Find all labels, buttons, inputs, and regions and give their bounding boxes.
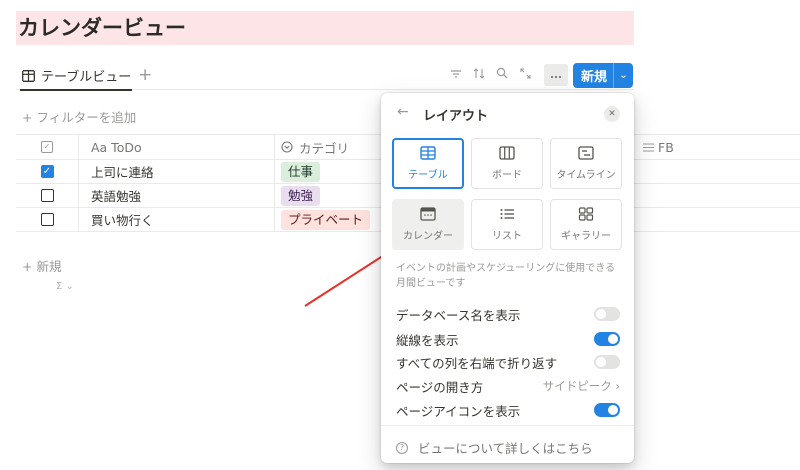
option-label: データベース名を表示 (396, 307, 521, 323)
layout-option-label: カレンダー (403, 231, 453, 242)
option-open-pages-in[interactable]: ページの開き方 サイドピーク › (396, 376, 620, 396)
option-show-database-name[interactable]: データベース名を表示 (396, 304, 620, 324)
option-label: ページアイコンを表示 (396, 403, 521, 419)
layout-option-board[interactable]: ボード (471, 138, 543, 189)
divider (381, 425, 634, 426)
checkbox-checked[interactable]: ✓ (40, 165, 54, 178)
search-icon[interactable] (492, 64, 512, 86)
option-wrap-columns[interactable]: すべての列を右端で折り返す (396, 352, 620, 372)
popover-title: レイアウト (423, 109, 489, 124)
page-title[interactable]: カレンダービュー (16, 11, 634, 45)
board-icon (499, 146, 515, 160)
category-tag: プライベート (281, 209, 371, 230)
header-todo[interactable]: Aa ToDo (78, 135, 274, 159)
toggle-on[interactable] (594, 403, 620, 417)
category-tag: 勉強 (281, 185, 321, 206)
todo-cell[interactable]: 英語勉強 (78, 184, 274, 207)
table-icon (22, 69, 35, 82)
active-tab-indicator (20, 89, 132, 91)
help-link-label: ビューについて詳しくはこちら (418, 441, 593, 456)
option-label: 縦線を表示 (396, 332, 459, 348)
view-tab-label: テーブルビュー (41, 70, 132, 85)
todo-cell[interactable]: 買い物行く (78, 208, 274, 231)
layout-option-calendar[interactable]: カレンダー (392, 199, 464, 250)
more-options-button[interactable] (544, 64, 568, 86)
layout-option-gallery[interactable]: ギャラリー (550, 199, 622, 250)
toggle-on[interactable] (594, 332, 620, 346)
view-bar: テーブルビュー + (16, 64, 634, 91)
layout-option-list[interactable]: リスト (471, 199, 543, 250)
chevron-down-icon[interactable]: ⌄ (614, 70, 633, 81)
filter-icon[interactable] (446, 64, 466, 86)
layout-option-timeline[interactable]: タイムライン (550, 138, 622, 189)
header-fb-label: FB (658, 139, 674, 155)
open-pages-in-value[interactable]: サイドピーク › (543, 378, 620, 394)
header-category-label: カテゴリ (299, 140, 350, 156)
add-row-button[interactable]: + 新規 (22, 256, 61, 275)
category-tag: 仕事 (281, 161, 321, 182)
layout-option-label: リスト (492, 231, 522, 242)
select-icon (281, 141, 293, 153)
timeline-icon (578, 146, 594, 160)
option-label: すべての列を右端で折り返す (396, 355, 558, 371)
sort-icon[interactable] (469, 64, 489, 86)
option-show-vertical-lines[interactable]: 縦線を表示 (396, 329, 620, 349)
header-checkbox-column[interactable]: ✓ (16, 135, 78, 159)
close-icon[interactable]: ✕ (604, 106, 620, 122)
option-show-page-icon[interactable]: ページアイコンを表示 (396, 400, 620, 420)
todo-cell[interactable]: 上司に連絡 (78, 160, 274, 183)
expand-icon[interactable] (515, 64, 535, 86)
tab-table-view[interactable]: テーブルビュー (22, 66, 131, 85)
row-checkbox-cell (16, 208, 78, 231)
checkbox-unchecked[interactable] (40, 213, 54, 226)
layout-description: イベントの計画やスケジューリングに使用できる月間ビューです (396, 263, 616, 289)
layout-option-label: テーブル (408, 170, 448, 181)
layout-option-label: ギャラリー (561, 231, 611, 242)
add-filter-button[interactable]: + フィルターを追加 (22, 107, 136, 126)
list-icon (500, 209, 514, 219)
layout-popover: ← レイアウト ✕ テーブル ボード タイムライン カレンダー リスト ギャラリ… (381, 93, 634, 463)
back-arrow-icon[interactable]: ← (397, 104, 409, 120)
layout-option-label: タイムライン (556, 170, 616, 181)
calendar-icon (420, 207, 436, 221)
toggle-off[interactable] (594, 355, 620, 369)
toggle-off[interactable] (594, 307, 620, 321)
calculate-button[interactable]: Σ ⌄ (56, 281, 74, 292)
row-checkbox-cell (16, 184, 78, 207)
table-icon (420, 146, 436, 160)
row-checkbox-cell: ✓ (16, 160, 78, 183)
layout-option-table[interactable]: テーブル (392, 138, 464, 189)
new-button[interactable]: 新規 ⌄ (573, 63, 633, 88)
checkbox-unchecked[interactable] (40, 189, 54, 202)
list-icon (643, 143, 654, 151)
option-label: ページの開き方 (396, 379, 484, 395)
more-icon (550, 75, 562, 79)
header-fb[interactable]: FB (639, 135, 800, 159)
help-link[interactable]: ? ビューについて詳しくはこちら (396, 438, 593, 457)
add-view-button[interactable]: + (138, 65, 152, 85)
layout-option-label: ボード (492, 170, 522, 181)
new-button-label: 新規 (581, 70, 608, 85)
checkbox-icon: ✓ (41, 141, 53, 153)
gallery-icon (578, 207, 594, 221)
help-icon: ? (396, 441, 408, 454)
